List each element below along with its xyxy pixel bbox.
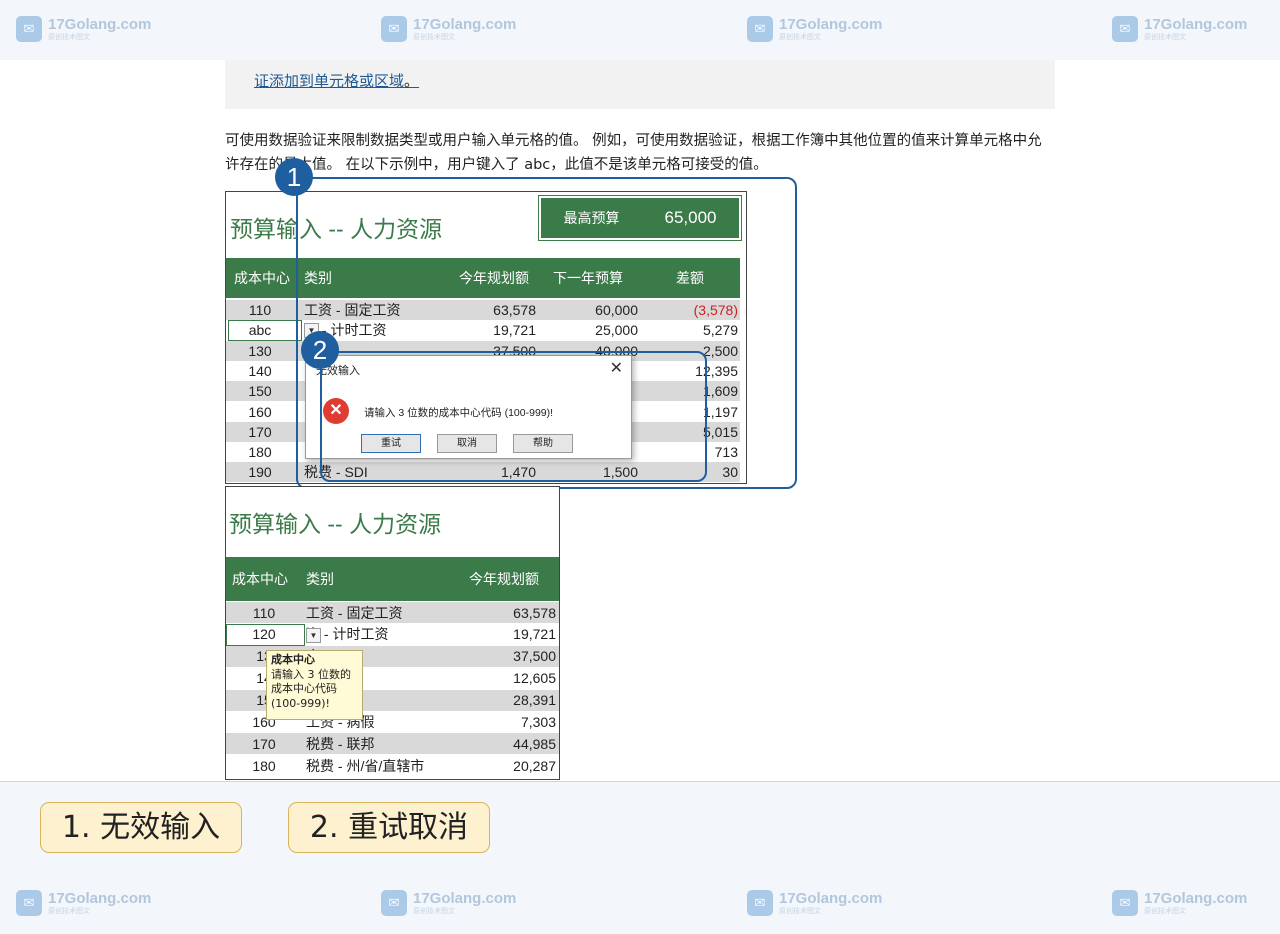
watermark-subtext: 原创技术图文 [779,33,821,41]
callout-badge-2: 2 [301,331,339,369]
watermark-text: 17Golang.com [48,890,152,907]
cell-cost-center[interactable]: 160 [226,404,294,420]
note-link[interactable]: 证添加到单元格或区域。 [254,70,419,91]
header-category: 类别 [306,571,334,587]
watermark-logo-icon: ✉ [1112,890,1138,916]
table-row: 180 税费 - 州/省/直辖市 20,287 [226,755,559,776]
legend-item-2: 2. 重试取消 [288,802,490,853]
header-cost-center: 成本中心 [234,270,290,286]
watermark-logo-icon: ✉ [381,16,407,42]
watermark-text: 17Golang.com [413,16,517,33]
watermark: ✉ 17Golang.com 原创技术图文 [381,890,516,916]
watermark: ✉ 17Golang.com 原创技术图文 [16,890,151,916]
watermark: ✉ 17Golang.com 原创技术图文 [747,16,882,42]
cell-cost-center[interactable]: 110 [226,605,302,621]
cell-cost-center[interactable]: 180 [226,444,294,460]
header-cost-center: 成本中心 [232,571,288,587]
watermark-text: 17Golang.com [413,890,517,907]
watermark-text: 17Golang.com [1144,890,1248,907]
watermark-logo-icon: ✉ [16,16,42,42]
watermark-text: 17Golang.com [779,16,883,33]
cell-category: 工资 - 固定工资 [306,604,403,621]
cell-current-plan: 28,391 [513,692,556,709]
cell-current-plan: 44,985 [513,735,556,752]
cell-cost-center[interactable]: 180 [226,758,302,774]
description-paragraph: 可使用数据验证来限制数据类型或用户输入单元格的值。 例如，可使用数据验证，根据工… [225,133,1042,173]
watermark: ✉ 17Golang.com 原创技术图文 [16,16,151,42]
cell-cost-center[interactable]: 190 [226,464,294,480]
watermark-bar-bottom: ✉ 17Golang.com 原创技术图文 ✉ 17Golang.com 原创技术图文 … [0,874,1280,934]
watermark: ✉ 17Golang.com 原创技术图文 [1112,890,1247,916]
watermark: ✉ 17Golang.com 原创技术图文 [1112,16,1247,42]
cell-cost-center[interactable]: 170 [226,736,302,752]
watermark-subtext: 原创技术图文 [779,907,821,915]
table-header: 成本中心 类别 今年规划额 [226,557,559,601]
cell-category: 资 - 计时工资 [306,626,389,643]
watermark-logo-icon: ✉ [381,890,407,916]
cell-current-plan: 7,303 [520,714,556,730]
watermark: ✉ 17Golang.com 原创技术图文 [747,890,882,916]
cell-cost-center[interactable]: 170 [226,424,294,440]
selected-cell[interactable] [228,320,302,342]
table-row: 170 税费 - 联邦 44,985 [226,733,559,755]
cell-cost-center[interactable]: 110 [226,302,294,318]
watermark-subtext: 原创技术图文 [48,33,90,41]
sheet-title: 预算输入 -- 人力资源 [229,511,442,537]
watermark-text: 17Golang.com [1144,16,1248,33]
callout-frame-2 [320,351,707,482]
legend-item-1: 1. 无效输入 [40,802,242,853]
watermark-text: 17Golang.com [48,16,152,33]
cell-category: 税费 - 州/省/直辖市 [306,757,425,774]
cell-current-plan: 37,500 [513,648,556,665]
watermark-bar-top: ✉ 17Golang.com 原创技术图文 ✉ 17Golang.com 原创技术图文 … [0,0,1280,60]
watermark-subtext: 原创技术图文 [1144,907,1186,915]
dropdown-arrow-icon[interactable]: ▼ [306,627,321,643]
cell-current-plan: 63,578 [513,604,556,621]
watermark-subtext: 原创技术图文 [413,33,455,41]
callout-badge-1: 1 [275,158,313,196]
cell-category: 税费 - 联邦 [306,735,375,752]
watermark-text: 17Golang.com [779,890,883,907]
watermark-logo-icon: ✉ [1112,16,1138,42]
cell-current-plan: 19,721 [513,626,556,643]
selected-cell[interactable] [226,623,305,646]
cell-cost-center[interactable]: 150 [226,383,294,399]
watermark-logo-icon: ✉ [16,890,42,916]
spreadsheet-input-message: 预算输入 -- 人力资源 成本中心 类别 今年规划额 110 工资 - 固定工资 6… [225,486,560,780]
table-row: 110 工资 - 固定工资 63,578 [226,602,559,623]
watermark: ✉ 17Golang.com 原创技术图文 [381,16,516,42]
watermark-logo-icon: ✉ [747,16,773,42]
note-link-text[interactable]: 证添加到单元格或区域 [254,72,404,90]
tooltip-body: 请输入 3 位数的成本中心代码 (100-999)! [271,667,351,710]
tooltip-title: 成本中心 [271,653,315,666]
watermark-subtext: 原创技术图文 [413,907,455,915]
input-message-tooltip: 成本中心 请输入 3 位数的成本中心代码 (100-999)! [266,650,363,720]
watermark-subtext: 原创技术图文 [48,907,90,915]
cell-current-plan: 20,287 [513,757,556,774]
header-current-plan: 今年规划额 [469,571,539,587]
cell-cost-center[interactable]: 130 [226,343,294,359]
note-end: 。 [404,72,420,90]
cell-current-plan: 12,605 [513,670,556,687]
cell-cost-center[interactable]: 140 [226,363,294,379]
watermark-subtext: 原创技术图文 [1144,33,1186,41]
watermark-logo-icon: ✉ [747,890,773,916]
